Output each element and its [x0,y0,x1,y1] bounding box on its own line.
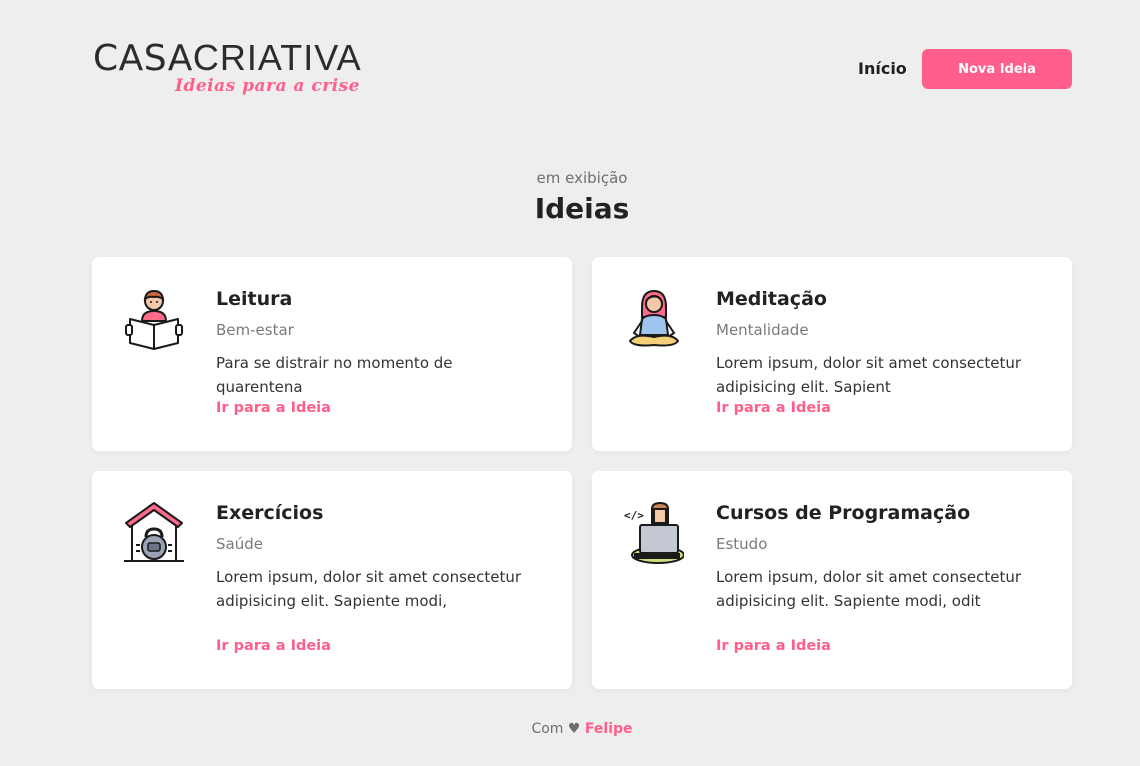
programmer-icon: </> [624,501,685,565]
meditation-person-icon [624,287,684,351]
footer-author-link[interactable]: Felipe [585,721,633,737]
card-description: Lorem ipsum, dolor sit amet consectetur … [716,568,1022,610]
heart-icon: ♥ [567,721,581,737]
go-to-idea-link[interactable]: Ir para a Ideia [716,638,831,654]
nav-home-link[interactable]: Início [858,59,907,79]
logo-tagline: Ideias para a crise [175,76,360,96]
card-category: Estudo [716,535,768,553]
card-title: Cursos de Programação [716,502,971,524]
card-category: Saúde [216,535,263,553]
footer-prefix: Com [531,721,564,737]
card-category: Mentalidade [716,321,809,339]
card-description: Para se distrair no momento de quarenten… [216,354,453,396]
new-idea-button[interactable]: Nova Ideia [922,49,1072,89]
footer: Com ♥ Felipe [0,721,1140,737]
go-to-idea-link[interactable]: Ir para a Ideia [716,400,831,416]
reading-person-icon [124,287,184,351]
card-title: Leitura [216,288,293,310]
card-description: Lorem ipsum, dolor sit amet consectetur … [216,568,522,610]
card-description: Lorem ipsum, dolor sit amet consectetur … [716,354,1022,396]
idea-card: Exercícios Saúde Lorem ipsum, dolor sit … [92,471,572,689]
logo[interactable]: CASACRIATIVA Ideias para a crise [93,38,393,100]
go-to-idea-link[interactable]: Ir para a Ideia [216,638,331,654]
idea-card: Meditação Mentalidade Lorem ipsum, dolor… [592,257,1072,451]
card-title: Meditação [716,288,827,310]
section-subtitle: em exibição [536,169,628,187]
svg-text:</>: </> [624,509,644,522]
go-to-idea-link[interactable]: Ir para a Ideia [216,400,331,416]
page-title: Ideias [534,192,630,225]
card-category: Bem-estar [216,321,294,339]
idea-card: </> Cursos de Programação Estudo Lorem i… [592,471,1072,689]
card-title: Exercícios [216,502,324,524]
logo-wordmark: CASACRIATIVA [93,37,362,79]
home-workout-icon [124,501,184,565]
idea-card: Leitura Bem-estar Para se distrair no mo… [92,257,572,451]
